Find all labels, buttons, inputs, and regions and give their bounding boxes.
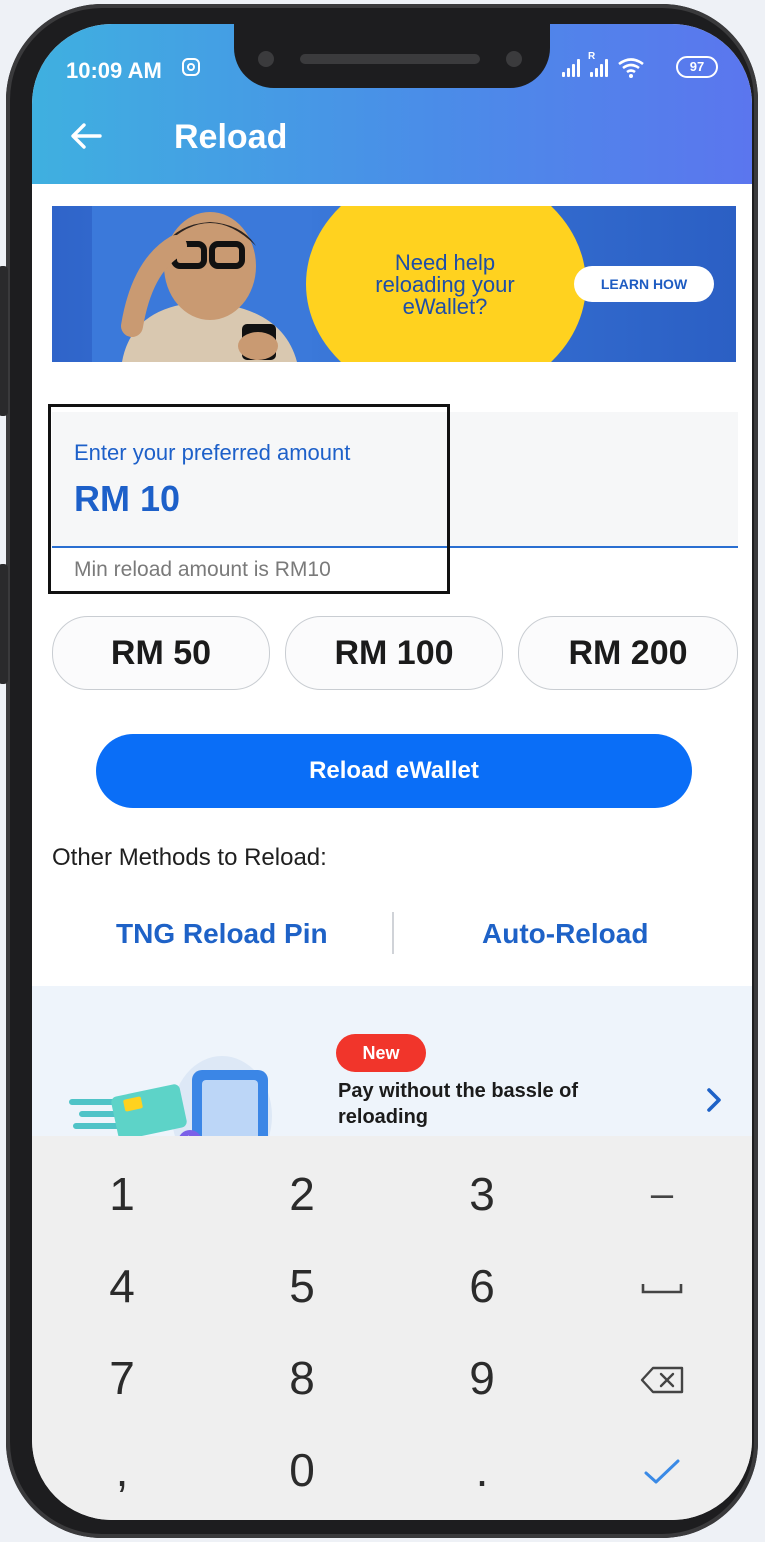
methods-divider [392,912,394,954]
side-button-upper [0,266,8,416]
key-0[interactable]: 0 [212,1424,392,1516]
other-methods-label: Other Methods to Reload: [52,844,327,871]
promo-title: Pay without the bassle of reloading [338,1080,579,1128]
chevron-right-icon[interactable] [704,1086,724,1114]
key-1[interactable]: 1 [32,1148,212,1240]
auto-reload-link[interactable]: Auto-Reload [482,918,648,950]
key-period[interactable]: . [392,1424,572,1516]
key-minus[interactable]: – [572,1148,752,1240]
help-banner[interactable]: Need help reloading your eWallet? LEARN … [52,206,736,362]
key-3[interactable]: 3 [392,1148,572,1240]
wifi-icon [618,58,644,78]
key-done[interactable] [572,1424,752,1516]
backspace-icon [640,1367,684,1394]
key-backspace[interactable] [572,1332,752,1424]
key-5[interactable]: 5 [212,1240,392,1332]
quick-amount-200-button[interactable]: RM 200 [518,616,738,690]
status-time: 10:09 AM [66,58,162,83]
learn-how-button[interactable]: LEARN HOW [574,266,714,302]
reload-ewallet-button[interactable]: Reload eWallet [96,734,692,808]
instagram-icon [182,58,200,76]
highlight-box [48,404,450,594]
signal-2-icon: R [588,51,608,77]
key-4[interactable]: 4 [32,1240,212,1332]
key-space[interactable] [572,1240,752,1332]
key-9[interactable]: 9 [392,1332,572,1424]
phone-frame: 10:09 AM R 97 Reload Need help reloading… [0,4,758,1538]
header-bar: 10:09 AM R 97 Reload [32,24,752,184]
quick-amount-100-button[interactable]: RM 100 [285,616,503,690]
banner-line-2: reloading your [375,272,515,297]
battery-icon: 97 [676,56,718,78]
front-camera [258,51,274,67]
key-6[interactable]: 6 [392,1240,572,1332]
status-icons: R [562,51,644,78]
card-payment-illustration [69,1056,272,1146]
sim2-label: R [588,51,596,62]
app-screen: 10:09 AM R 97 Reload Need help reloading… [32,24,752,1520]
promo-card[interactable]: New Pay without the bassle of reloading [32,986,752,1146]
sensor-dot [506,51,522,67]
back-arrow-icon[interactable] [66,116,106,156]
signal-icon [562,59,580,77]
key-comma[interactable]: , [32,1424,212,1516]
quick-amount-50-button[interactable]: RM 50 [52,616,270,690]
numeric-keyboard: 1 2 3 – 4 5 6 7 8 9 , 0 . [32,1136,752,1520]
space-icon [641,1284,683,1294]
new-badge: New [336,1034,426,1072]
person-with-glasses-image [92,206,312,362]
key-7[interactable]: 7 [32,1332,212,1424]
key-2[interactable]: 2 [212,1148,392,1240]
banner-line-3: eWallet? [402,294,488,319]
checkmark-icon [644,1459,680,1484]
earpiece-speaker [300,54,480,64]
tng-reload-pin-link[interactable]: TNG Reload Pin [116,918,328,950]
key-8[interactable]: 8 [212,1332,392,1424]
page-title: Reload [174,118,288,156]
banner-line-1: Need help [394,250,496,275]
banner-text: Need help reloading your eWallet? [342,252,548,318]
side-button-lower [0,564,8,684]
